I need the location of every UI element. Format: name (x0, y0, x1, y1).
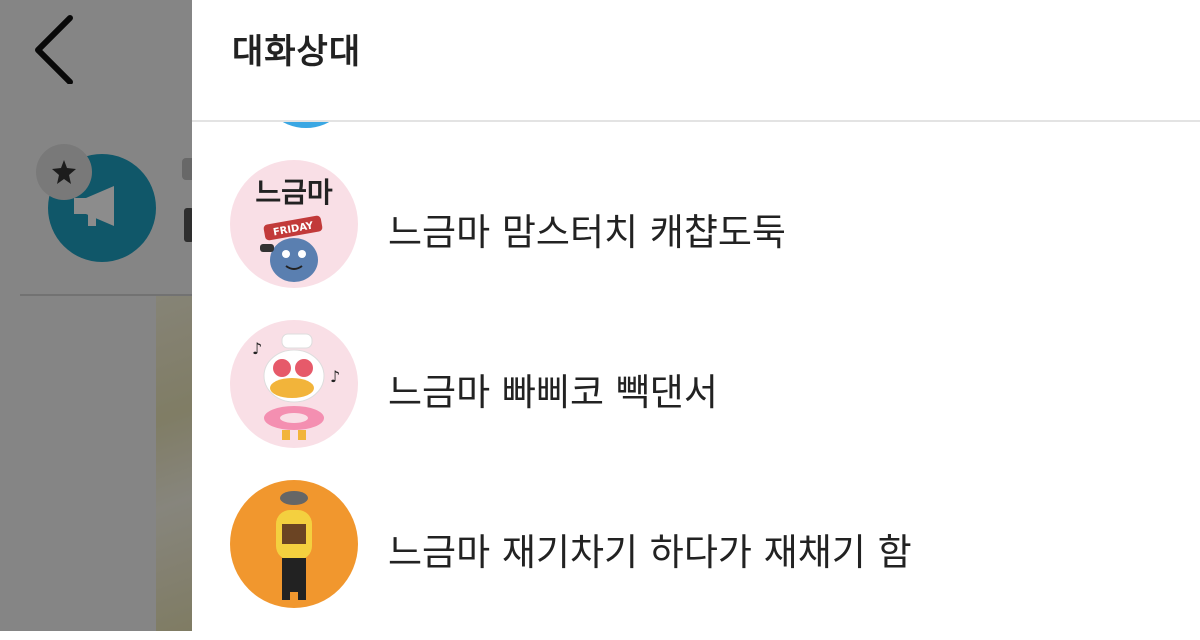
member-avatar: ♪ ♪ (230, 320, 358, 448)
avatar-text: 느금마 (255, 176, 333, 209)
member-item[interactable]: ♪ ♪ 느금마 빠삐코 빽댄서 (192, 320, 1200, 480)
member-item[interactable]: 느금마 FRIDAY 느금마 맘스터치 캐챱도둑 (192, 160, 1200, 320)
drawer-header: 대화상대 (192, 0, 1200, 122)
members-drawer: 대화상대 느금마 FRIDAY 느금마 맘스터치 캐챱도둑 ♪ ♪ 느금마 빠삐… (192, 0, 1200, 631)
member-avatar: 느금마 FRIDAY (230, 160, 358, 288)
member-name: 느금마 빠삐코 빽댄서 (388, 371, 718, 414)
member-item[interactable]: 느금마 재기차기 하다가 재채기 함 (192, 480, 1200, 640)
svg-text:♪: ♪ (330, 367, 340, 386)
member-avatar (230, 480, 358, 608)
drawer-title: 대화상대 (232, 32, 362, 72)
member-name: 느금마 재기차기 하다가 재채기 함 (388, 531, 912, 574)
svg-text:♪: ♪ (252, 339, 262, 358)
member-name: 느금마 맘스터치 캐챱도둑 (388, 211, 786, 254)
